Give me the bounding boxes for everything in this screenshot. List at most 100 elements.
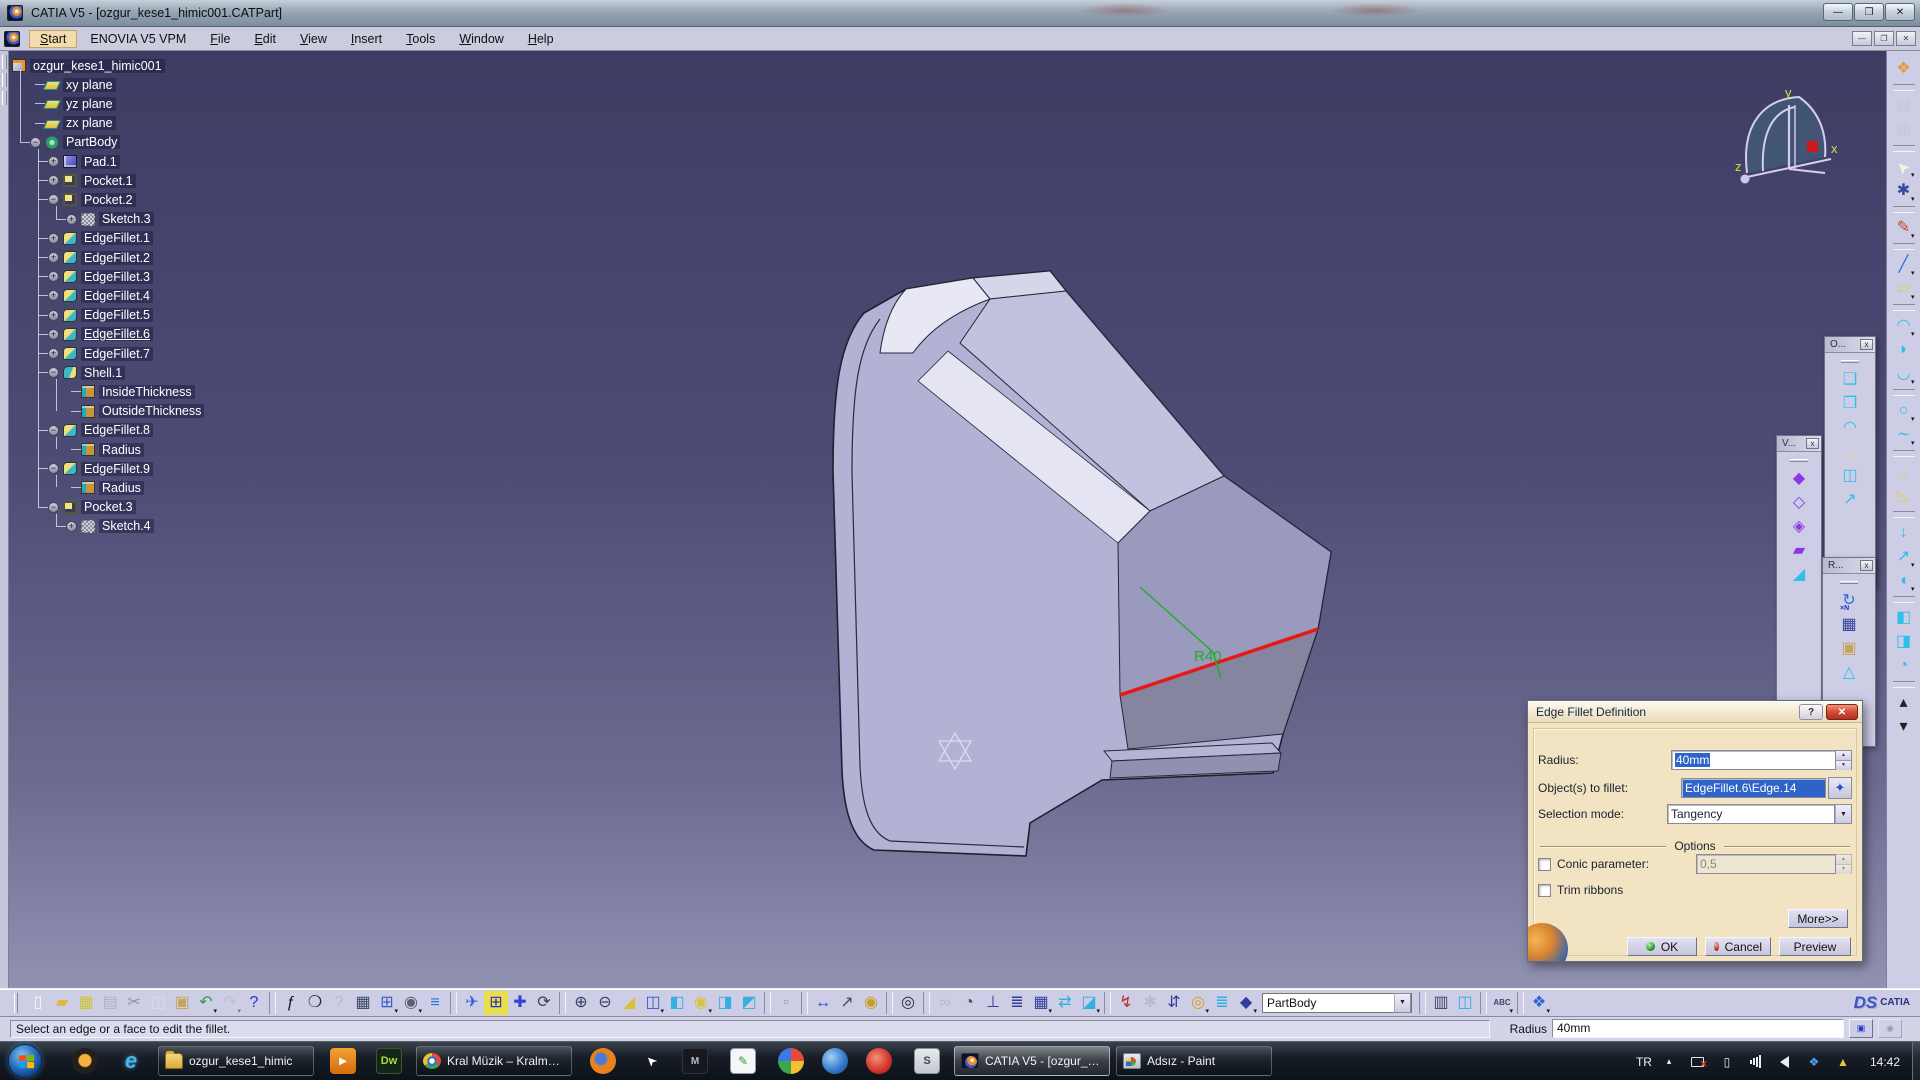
close-surface-icon[interactable]: ◇ [1787,491,1811,515]
menu-edit[interactable]: Edit [243,30,287,48]
untrim-surface-icon[interactable]: ◡ [1838,440,1862,464]
fit-all-in-icon[interactable]: ⊞ [484,991,508,1015]
menu-window[interactable]: Window [448,30,514,48]
tree-item-edgefillet-7[interactable]: +EdgeFillet.7 [48,344,153,363]
work-grid-icon[interactable]: ▦▾ [1029,991,1053,1015]
volumes-toolbar-titlebar[interactable]: V... x [1777,436,1821,452]
paste-icon[interactable]: ▣ [170,991,194,1015]
tree-item-pocket-3[interactable]: −Pocket.3 [48,498,136,517]
tree-item-sketch-3[interactable]: +Sketch.3 [66,210,154,229]
close-icon[interactable]: x [1860,339,1873,350]
volume-extrude-icon[interactable]: ▰ [1787,539,1811,563]
render-style-icon[interactable]: ◉▾ [689,991,713,1015]
line-icon[interactable]: ╱▾ [1892,253,1916,277]
undo-icon[interactable]: ↶▾ [194,991,218,1015]
measure-between-icon[interactable]: ↔ [811,991,835,1015]
tree-item-zx-plane[interactable]: zx plane [45,114,116,133]
pinwheel-icon[interactable] [778,1048,804,1074]
save-icon[interactable]: ▦ [74,991,98,1015]
tree-item-partbody[interactable]: −PartBody [30,133,120,152]
apply-material-icon[interactable]: ✱ [1138,991,1162,1015]
multi-view-icon[interactable]: ◫▾ [641,991,665,1015]
new-document-icon[interactable]: ▯ [26,991,50,1015]
text-with-leader-icon[interactable]: ABC▾ [1490,991,1514,1015]
media-player-icon[interactable]: ▶ [330,1048,356,1074]
paste-special-doc-icon[interactable]: ▤ [1892,94,1916,118]
hide-show-icon[interactable]: ◩ [737,991,761,1015]
freestyle-surface-icon[interactable]: ❖▾ [1527,991,1551,1015]
view-compass[interactable]: y x z [1733,85,1841,195]
teamviewer-icon[interactable]: ❖ [1806,1054,1822,1070]
preview-button[interactable]: Preview [1779,937,1851,956]
swap-visible-space-icon[interactable]: ⇄ [1053,991,1077,1015]
fly-mode-icon[interactable]: ✈ [460,991,484,1015]
close-button[interactable]: ✕ [1885,3,1915,21]
blend-surface-icon[interactable]: ◠▾ [1892,314,1916,338]
quick-print-icon[interactable]: ▤ [98,991,122,1015]
relations-icon[interactable]: ⊞▾ [375,991,399,1015]
show-hidden-icons[interactable]: ▴ [1661,1054,1677,1070]
rectangular-pattern-icon[interactable]: ▦ [1837,613,1861,637]
part-design-workbench-icon[interactable]: ❖ [1892,57,1916,81]
trim-surface-icon[interactable]: ◨ [1892,630,1916,654]
tree-expander-icon[interactable]: − [48,367,59,378]
structure-graph-icon[interactable]: ≣ [1005,991,1029,1015]
notepad-icon[interactable]: ✎ [730,1048,756,1074]
menu-start[interactable]: Start [29,30,77,48]
dreamweaver-icon[interactable]: Dw [376,1048,402,1074]
tree-expander-icon[interactable]: + [66,214,77,225]
mdi-minimize-button[interactable]: — [1852,31,1872,46]
tree-expander-icon[interactable]: − [48,194,59,205]
fillet-surface-icon[interactable]: ◡▾ [1892,362,1916,386]
parameters-list-icon[interactable]: ≡ [423,991,447,1015]
menu-help[interactable]: Help [517,30,565,48]
plane-icon[interactable]: ▱▾ [1892,277,1916,301]
mdi-restore-button[interactable]: ❐ [1874,31,1894,46]
whats-this-icon[interactable]: ? [242,991,266,1015]
close-icon[interactable]: x [1806,438,1819,449]
pan-icon[interactable]: ✚ [508,991,532,1015]
catalog-book-icon[interactable]: ◆▾ [1234,991,1258,1015]
tree-expander-icon[interactable]: + [48,175,59,186]
healing-surface-icon[interactable]: ❒ [1838,392,1862,416]
multi-selection-icon[interactable]: ✦ [1828,777,1852,799]
replication-toolbar-titlebar[interactable]: R... x [1823,558,1875,574]
interference-icon[interactable]: ↯ [1114,991,1138,1015]
conic-parameter-checkbox[interactable] [1538,858,1551,871]
offset-surface-icon[interactable]: ◖▾ [1892,569,1916,593]
tree-expander-icon[interactable]: + [48,348,59,359]
active-body-combo[interactable]: PartBody▼ [1262,993,1412,1013]
task-catia[interactable]: CATIA V5 - [ozgur_k... [954,1046,1110,1076]
task-chrome[interactable]: Kral Müzik – Kralmuz... [416,1046,572,1076]
menu-file[interactable]: File [199,30,241,48]
isometric-view-icon[interactable]: ◧ [665,991,689,1015]
search-light-icon[interactable]: ◎▾ [1186,991,1210,1015]
mdi-close-button[interactable]: ✕ [1896,31,1916,46]
thick-surface-icon[interactable]: ◆ [1787,467,1811,491]
close-icon[interactable]: x [1860,560,1873,571]
graph-reorder-icon[interactable]: ⇵ [1162,991,1186,1015]
tree-item-edgefillet-8[interactable]: −EdgeFillet.8 [48,421,153,440]
spline-icon[interactable]: ∼▾ [1892,423,1916,447]
menu-insert[interactable]: Insert [340,30,393,48]
dropdown-arrow-icon[interactable]: ▼ [1394,993,1411,1013]
tree-item-xy-plane[interactable]: xy plane [45,75,116,94]
spiral-icon[interactable]: ∞ [933,991,957,1015]
toolbar-overflow-down-icon[interactable]: ▾ [1892,715,1916,739]
tree-expander-icon[interactable]: + [48,252,59,263]
tree-item-edgefillet-9[interactable]: −EdgeFillet.9 [48,459,153,478]
drag-handle[interactable] [1790,459,1808,462]
sew-surface-icon[interactable]: ◈ [1787,515,1811,539]
tree-item-edgefillet-3[interactable]: +EdgeFillet.3 [48,267,153,286]
help-button[interactable]: ? [1799,704,1823,720]
redo-icon[interactable]: ↷▾ [218,991,242,1015]
annotation-frame-icon[interactable]: ◫ [1453,991,1477,1015]
cut-icon[interactable]: ✂ [122,991,146,1015]
bounding-outline-icon[interactable]: ▫ [774,991,798,1015]
layer-list-icon[interactable]: ≣ [1210,991,1234,1015]
copy-icon[interactable]: ◫ [146,991,170,1015]
tree-expander-icon[interactable]: + [48,310,59,321]
operations-toolbar-titlebar[interactable]: O... x [1825,337,1875,353]
toolbar-overflow-up-icon[interactable]: ▴ [1892,691,1916,715]
zoom-out-icon[interactable]: ⊖ [593,991,617,1015]
